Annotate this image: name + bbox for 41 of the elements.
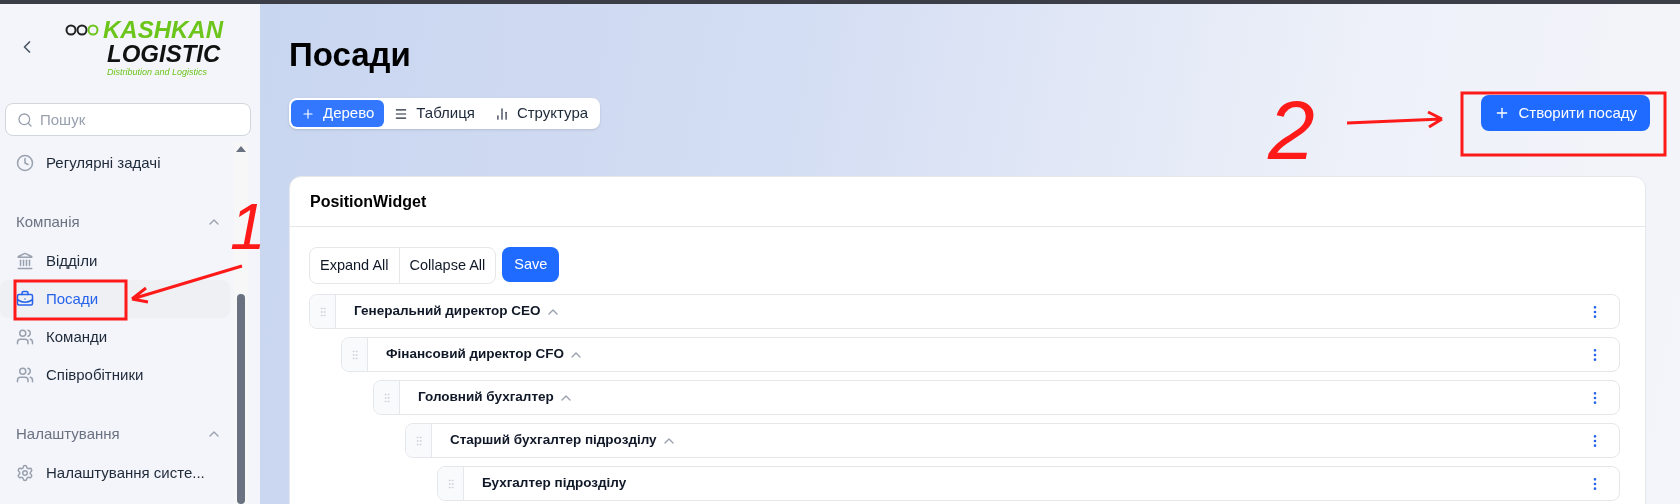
sidebar-item[interactable]: Команди bbox=[0, 318, 230, 356]
sidebar-item[interactable]: Налаштування систе... bbox=[0, 454, 230, 492]
users-icon bbox=[16, 328, 34, 346]
annotation-number: 2 bbox=[1268, 88, 1315, 172]
users-icon bbox=[16, 366, 34, 384]
view-tab[interactable]: Структура bbox=[484, 100, 599, 127]
sidebar-item[interactable]: Регулярні задачі bbox=[0, 144, 230, 182]
section-heading: Налаштування bbox=[16, 423, 120, 444]
infinity-rings-icon bbox=[65, 23, 99, 36]
create-position-button[interactable]: Створити посаду bbox=[1481, 95, 1650, 131]
toolbar-button[interactable]: Collapse All bbox=[398, 248, 496, 283]
position-title: Бухгалтер підрозділу bbox=[482, 474, 627, 493]
tree-row[interactable]: Фінансовий директор CFO bbox=[341, 337, 1620, 372]
tree-row[interactable]: Старший бухгалтер підрозділу bbox=[405, 423, 1620, 458]
annotation-number: 1 bbox=[230, 195, 266, 259]
save-button[interactable]: Save bbox=[502, 247, 560, 282]
search-icon bbox=[17, 112, 33, 128]
bank-icon bbox=[16, 252, 34, 270]
tree-row[interactable]: Генеральний директор CEO bbox=[309, 294, 1620, 329]
company-logo: KASHKAN LOGISTIC Distribution and Logistics bbox=[65, 17, 223, 77]
view-tab[interactable]: Дерево bbox=[291, 100, 385, 127]
list-icon bbox=[394, 106, 409, 121]
position-title: Старший бухгалтер підрозділу bbox=[450, 431, 657, 450]
tree-row[interactable]: Головний бухгалтер bbox=[373, 380, 1620, 415]
briefcase-icon bbox=[16, 290, 34, 308]
widget-title: PositionWidget bbox=[310, 191, 427, 212]
bar-chart-icon bbox=[494, 106, 509, 121]
sidebar-item[interactable]: Відділи bbox=[0, 242, 230, 280]
search-field[interactable]: Пошук bbox=[5, 103, 251, 136]
view-tab[interactable]: Таблиця bbox=[384, 100, 485, 127]
plus-icon bbox=[301, 106, 315, 121]
section-heading: Компанія bbox=[16, 211, 80, 232]
clock-icon bbox=[16, 154, 34, 172]
page-title: Посади bbox=[289, 35, 412, 75]
settings-icon bbox=[16, 464, 34, 482]
toolbar-button[interactable]: Expand All bbox=[310, 248, 399, 283]
sidebar-item[interactable]: Співробітники bbox=[0, 356, 230, 394]
position-title: Фінансовий директор CFO bbox=[386, 345, 565, 364]
position-title: Головний бухгалтер bbox=[418, 388, 554, 407]
position-title: Генеральний директор CEO bbox=[354, 302, 541, 321]
tree-row[interactable]: Бухгалтер підрозділу bbox=[437, 466, 1620, 501]
